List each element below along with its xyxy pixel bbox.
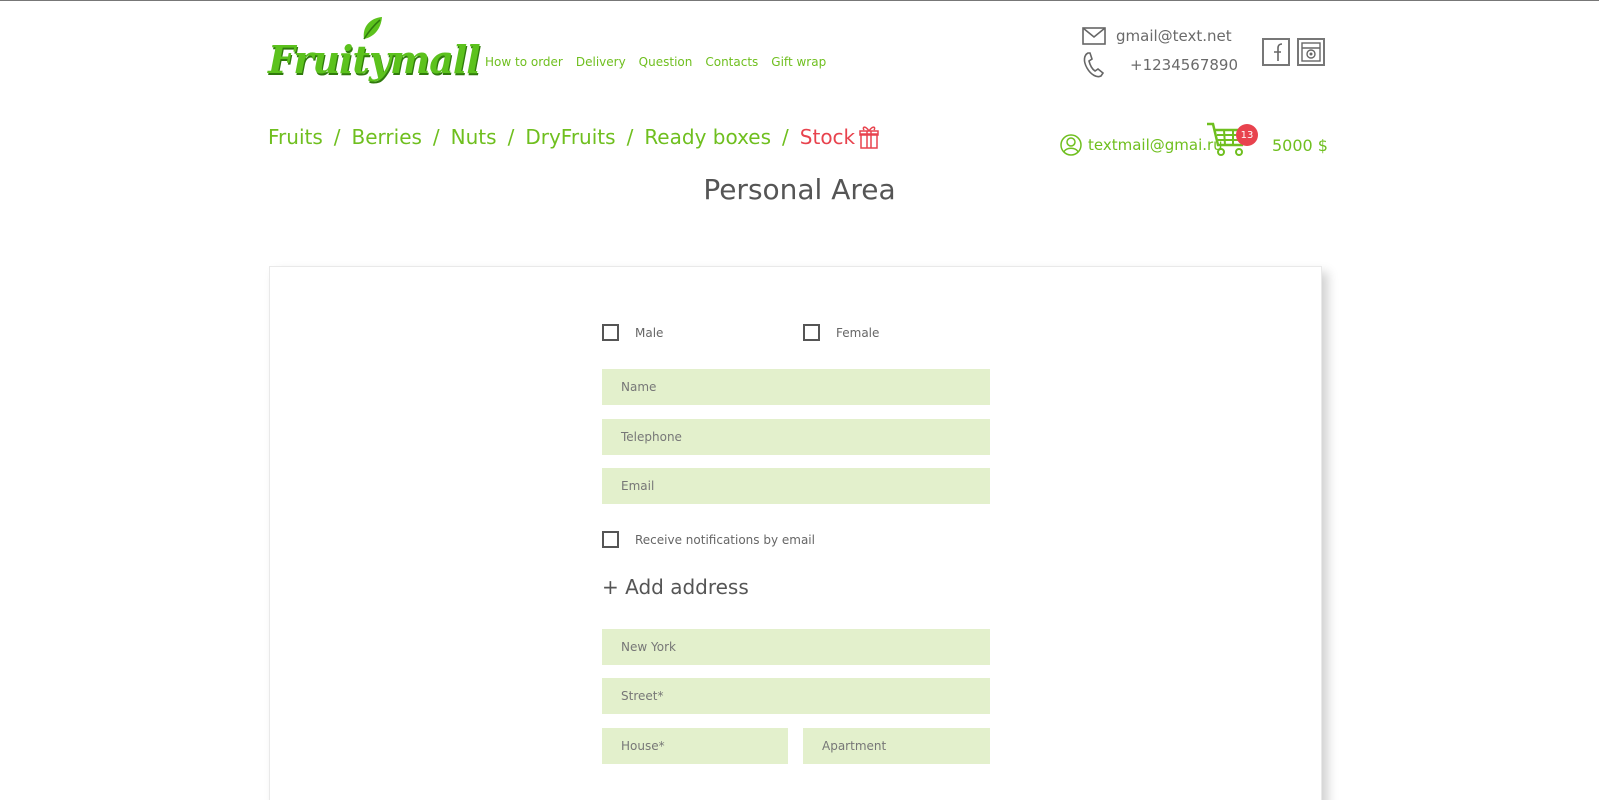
category-nuts[interactable]: Nuts	[451, 125, 497, 149]
cart-button[interactable]: 13	[1206, 121, 1258, 157]
category-separator: /	[432, 125, 440, 149]
category-fruits[interactable]: Fruits	[268, 125, 323, 149]
category-separator: /	[507, 125, 515, 149]
contact-email-text: gmail@text.net	[1116, 27, 1232, 45]
notifications-checkbox[interactable]	[602, 531, 619, 548]
category-separator: /	[626, 125, 634, 149]
nav-contacts[interactable]: Contacts	[705, 55, 758, 69]
category-stock[interactable]: Stock	[800, 125, 855, 149]
nav-how-to-order[interactable]: How to order	[485, 55, 563, 69]
gift-icon	[859, 125, 879, 149]
category-berries[interactable]: Berries	[352, 125, 422, 149]
logo[interactable]: Fruitymall	[268, 15, 481, 91]
city-input[interactable]: New York	[602, 629, 990, 665]
logo-text: Fruitymall	[268, 37, 481, 82]
apartment-input[interactable]: Apartment	[803, 728, 990, 764]
email-input[interactable]: Email	[602, 468, 990, 504]
category-dryfruits[interactable]: DryFruits	[525, 125, 615, 149]
top-nav: How to order Delivery Question Contacts …	[485, 55, 826, 69]
category-nav: Fruits / Berries / Nuts / DryFruits / Re…	[268, 125, 879, 149]
cart-total: 5000 $	[1272, 136, 1328, 155]
envelope-icon	[1082, 27, 1106, 45]
female-label: Female	[836, 325, 880, 340]
notifications-option[interactable]: Receive notifications by email	[602, 531, 815, 548]
contact-phone-text: +1234567890	[1130, 56, 1239, 74]
nav-question[interactable]: Question	[639, 55, 693, 69]
house-input[interactable]: House*	[602, 728, 788, 764]
male-label: Male	[635, 325, 664, 340]
cart-count-badge: 13	[1236, 124, 1258, 146]
contact-email[interactable]: gmail@text.net	[1082, 27, 1232, 45]
add-address-button[interactable]: + Add address	[602, 575, 749, 599]
category-ready-boxes[interactable]: Ready boxes	[644, 125, 771, 149]
female-checkbox[interactable]	[803, 324, 820, 341]
gender-female-option[interactable]: Female	[803, 324, 879, 341]
contact-phone[interactable]: +1234567890	[1082, 51, 1238, 79]
category-separator: /	[333, 125, 341, 149]
gender-male-option[interactable]: Male	[602, 324, 663, 341]
user-icon	[1060, 134, 1082, 156]
nav-gift-wrap[interactable]: Gift wrap	[771, 55, 826, 69]
notifications-label: Receive notifications by email	[635, 532, 815, 547]
user-account[interactable]: textmail@gmai.ru	[1060, 134, 1223, 156]
page-title: Personal Area	[703, 173, 896, 206]
telephone-input[interactable]: Telephone	[602, 419, 990, 455]
facebook-icon[interactable]	[1262, 38, 1290, 66]
user-email: textmail@gmai.ru	[1088, 136, 1223, 154]
nav-delivery[interactable]: Delivery	[576, 55, 626, 69]
street-input[interactable]: Street*	[602, 678, 990, 714]
category-separator: /	[782, 125, 789, 149]
social-links	[1262, 38, 1325, 66]
male-checkbox[interactable]	[602, 324, 619, 341]
name-input[interactable]: Name	[602, 369, 990, 405]
phone-icon	[1083, 52, 1105, 78]
instagram-icon[interactable]	[1297, 38, 1325, 66]
